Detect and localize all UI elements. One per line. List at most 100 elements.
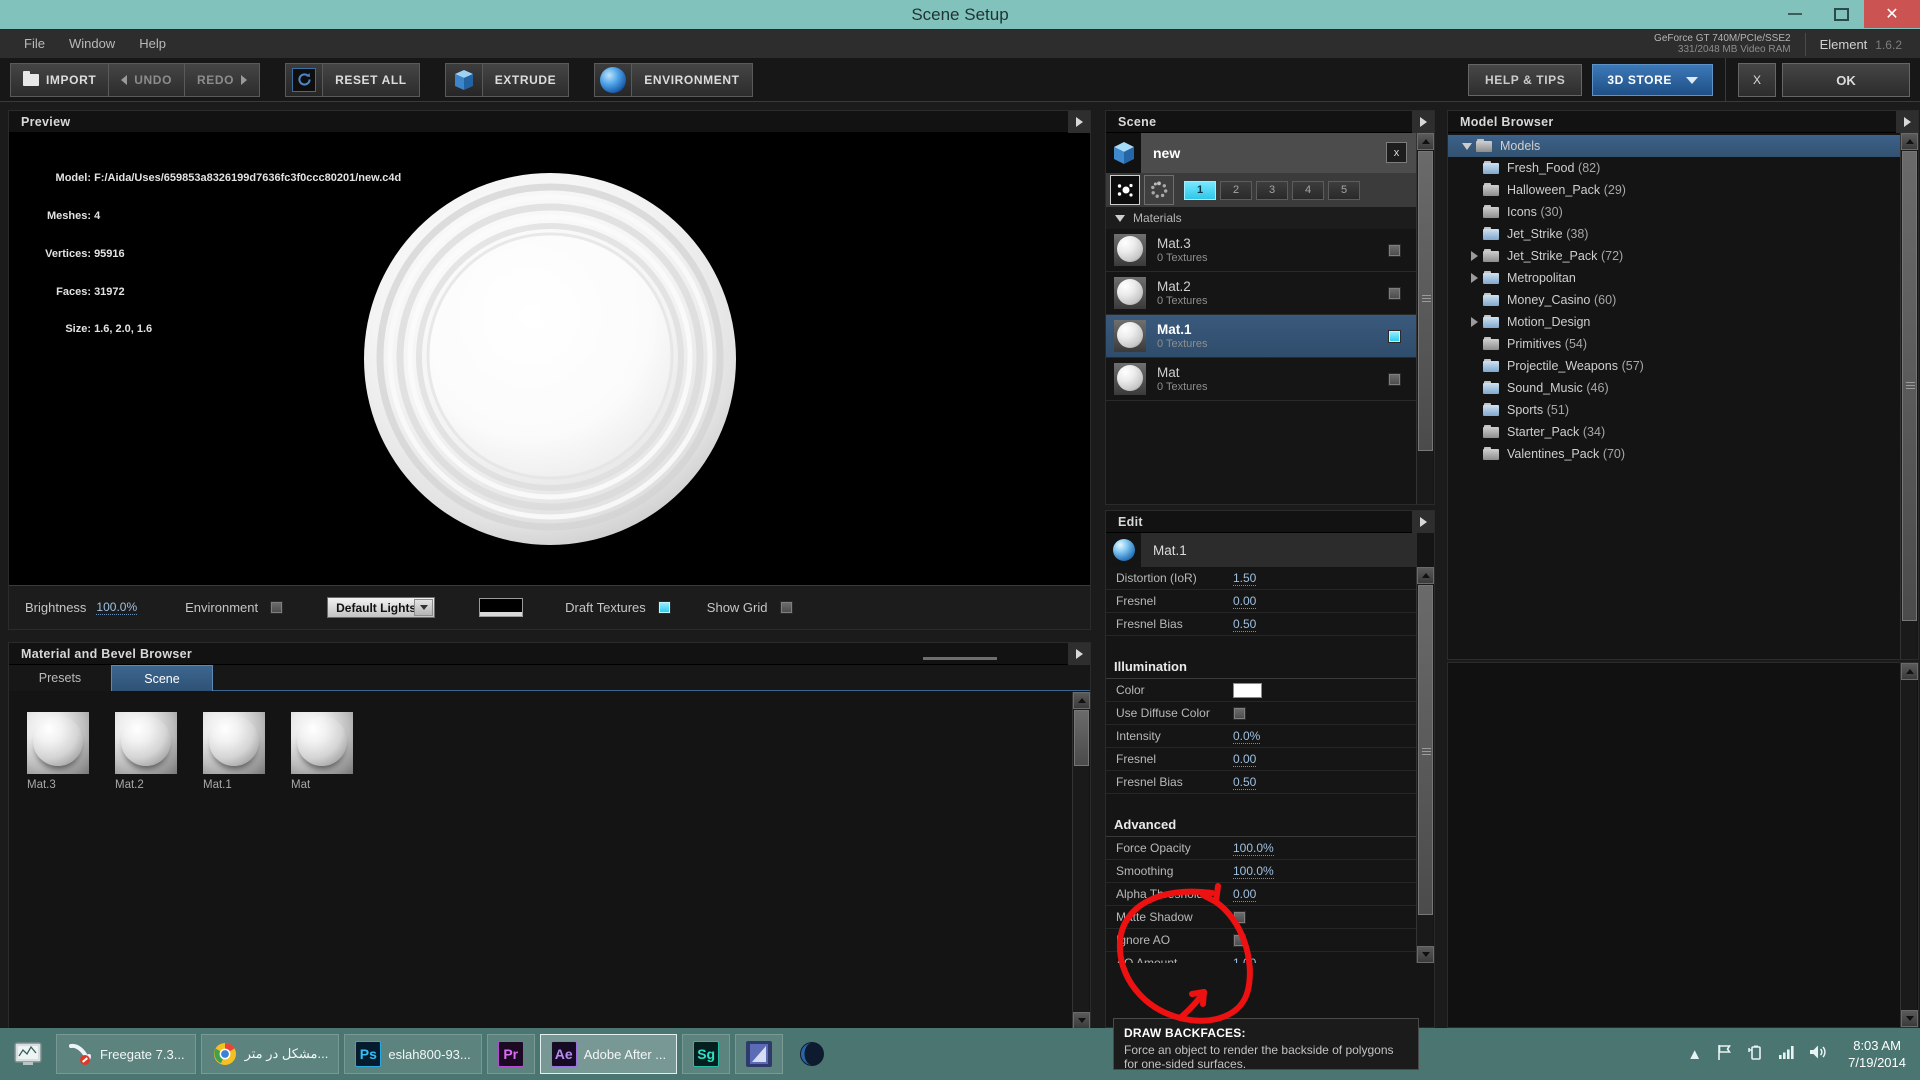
background-color-swatch[interactable]	[479, 598, 523, 617]
cancel-button[interactable]: X	[1738, 63, 1776, 97]
tree-item-projectile-weapons[interactable]: Projectile_Weapons (57)	[1448, 355, 1901, 377]
scene-tab-2[interactable]: 2	[1220, 181, 1252, 200]
tree-item-primitives[interactable]: Primitives (54)	[1448, 333, 1901, 355]
tree-item-metropolitan[interactable]: Metropolitan	[1448, 267, 1901, 289]
scene-tab-1[interactable]: 1	[1184, 181, 1216, 200]
property-row-use-diffuse-color[interactable]: Use Diffuse Color	[1106, 702, 1417, 725]
property-value[interactable]: 0.50	[1233, 617, 1256, 632]
scene-tab-3[interactable]: 3	[1256, 181, 1288, 200]
menu-window[interactable]: Window	[57, 30, 127, 58]
scroll-thumb[interactable]	[1902, 151, 1917, 621]
scroll-down-button[interactable]	[1901, 1010, 1918, 1027]
flag-icon[interactable]	[1716, 1044, 1733, 1065]
taskbar-item-mocha[interactable]	[735, 1034, 783, 1074]
tree-item-icons[interactable]: Icons (30)	[1448, 201, 1901, 223]
network-icon[interactable]	[1778, 1045, 1795, 1064]
scroll-up-button[interactable]	[1417, 567, 1434, 584]
property-row-fresnel[interactable]: Fresnel 0.00	[1106, 590, 1417, 613]
model-browser-scrollbar[interactable]	[1900, 133, 1917, 659]
scroll-thumb[interactable]	[1074, 710, 1089, 766]
lights-select[interactable]: Default Lights	[327, 597, 435, 618]
material-thumb-item[interactable]: Mat.2	[115, 712, 177, 1028]
property-row-matte-shadow[interactable]: Matte Shadow	[1106, 906, 1417, 929]
3d-store-button[interactable]: 3D STORE	[1592, 64, 1713, 96]
property-row-alpha-threshold[interactable]: Alpha Threshold 0.00	[1106, 883, 1417, 906]
material-enable-checkbox[interactable]	[1388, 330, 1401, 343]
extrude-button[interactable]: EXTRUDE	[482, 63, 570, 97]
ok-button[interactable]: OK	[1782, 63, 1910, 97]
material-browser-scrollbar[interactable]	[1072, 692, 1089, 1029]
property-value[interactable]: 0.0%	[1233, 729, 1260, 744]
property-row-color[interactable]: Color	[1106, 679, 1417, 702]
import-button[interactable]: IMPORT	[10, 63, 109, 97]
reset-icon-button[interactable]	[285, 63, 323, 97]
ignore-ao-checkbox[interactable]	[1233, 934, 1246, 947]
brightness-value[interactable]: 100.0%	[96, 600, 137, 615]
scene-collapse-button[interactable]	[1412, 111, 1434, 133]
taskbar-item-photoshop[interactable]: Ps eslah800-93...	[344, 1034, 481, 1074]
property-value[interactable]: 0.00	[1233, 752, 1256, 767]
taskbar-item-freegate[interactable]: Freegate 7.3...	[56, 1034, 196, 1074]
edit-collapse-button[interactable]	[1412, 511, 1434, 533]
particles-icon[interactable]	[1144, 175, 1174, 205]
preview-viewport[interactable]: Model: F:/Aida/Uses/659853a8326199d7636f…	[9, 133, 1090, 585]
property-row-fresnel-bias-illum[interactable]: Fresnel Bias 0.50	[1106, 771, 1417, 794]
scene-material-row[interactable]: Mat.3 0 Textures	[1106, 229, 1417, 272]
property-row-force-opacity[interactable]: Force Opacity 100.0%	[1106, 837, 1417, 860]
scene-object-row[interactable]: new x	[1106, 133, 1417, 173]
material-browser-collapse-button[interactable]	[1068, 643, 1090, 665]
taskbar-item-chrome[interactable]: مشکل در متر...	[201, 1034, 340, 1074]
model-preview-scrollbar[interactable]	[1900, 663, 1917, 1027]
material-enable-checkbox[interactable]	[1388, 244, 1401, 257]
color-swatch[interactable]	[1233, 683, 1262, 698]
scene-tab-5[interactable]: 5	[1328, 181, 1360, 200]
draft-textures-checkbox[interactable]	[658, 601, 671, 614]
scroll-up-button[interactable]	[1417, 133, 1434, 150]
property-row-distortion[interactable]: Distortion (IoR) 1.50	[1106, 567, 1417, 590]
scene-material-row-selected[interactable]: Mat.1 0 Textures	[1106, 315, 1417, 358]
extrude-icon-button[interactable]	[445, 63, 483, 97]
expand-toggle-icon[interactable]	[1465, 251, 1483, 261]
model-browser-collapse-button[interactable]	[1896, 111, 1918, 133]
tree-item-sound-music[interactable]: Sound_Music (46)	[1448, 377, 1901, 399]
environment-checkbox[interactable]	[270, 601, 283, 614]
material-thumb-item[interactable]: Mat	[291, 712, 353, 1028]
material-thumb-item[interactable]: Mat.1	[203, 712, 265, 1028]
scroll-up-button[interactable]	[1073, 692, 1090, 709]
material-enable-checkbox[interactable]	[1388, 373, 1401, 386]
scene-scrollbar[interactable]	[1416, 133, 1433, 504]
scene-tab-4[interactable]: 4	[1292, 181, 1324, 200]
environment-icon-button[interactable]	[594, 63, 632, 97]
scroll-thumb[interactable]	[1418, 585, 1433, 915]
menu-help[interactable]: Help	[127, 30, 178, 58]
taskbar-item-speedgrade[interactable]: Sg	[682, 1034, 730, 1074]
scene-material-row[interactable]: Mat.2 0 Textures	[1106, 272, 1417, 315]
expand-toggle-icon[interactable]	[1465, 273, 1483, 283]
minimize-button[interactable]	[1772, 0, 1818, 28]
scene-material-row[interactable]: Mat 0 Textures	[1106, 358, 1417, 401]
property-value[interactable]: 0.00	[1233, 887, 1256, 902]
maximize-button[interactable]	[1818, 0, 1864, 28]
show-grid-checkbox[interactable]	[780, 601, 793, 614]
tab-scene[interactable]: Scene	[111, 665, 213, 691]
expand-toggle-icon[interactable]	[1458, 143, 1476, 150]
property-value[interactable]: 0.50	[1233, 775, 1256, 790]
scroll-down-button[interactable]	[1073, 1012, 1090, 1029]
property-row-intensity[interactable]: Intensity 0.0%	[1106, 725, 1417, 748]
property-row-ignore-ao[interactable]: Ignore AO	[1106, 929, 1417, 952]
group-icon[interactable]	[1110, 175, 1140, 205]
expand-toggle-icon[interactable]	[1465, 317, 1483, 327]
tree-node-models[interactable]: Models	[1448, 135, 1901, 157]
property-value[interactable]: 100.0%	[1233, 841, 1274, 856]
property-row-ao-amount[interactable]: AO Amount 1.00	[1106, 952, 1417, 963]
tree-item-sports[interactable]: Sports (51)	[1448, 399, 1901, 421]
scroll-down-button[interactable]	[1417, 946, 1434, 963]
property-value[interactable]: 1.50	[1233, 571, 1256, 586]
tree-item-jet-strike[interactable]: Jet_Strike (38)	[1448, 223, 1901, 245]
edit-scrollbar[interactable]	[1416, 567, 1433, 963]
panel-splitter[interactable]	[923, 657, 997, 660]
scroll-up-button[interactable]	[1901, 663, 1918, 680]
tree-item-money-casino[interactable]: Money_Casino (60)	[1448, 289, 1901, 311]
taskbar-item-element[interactable]	[788, 1034, 836, 1074]
property-value[interactable]: 1.00	[1233, 956, 1256, 964]
